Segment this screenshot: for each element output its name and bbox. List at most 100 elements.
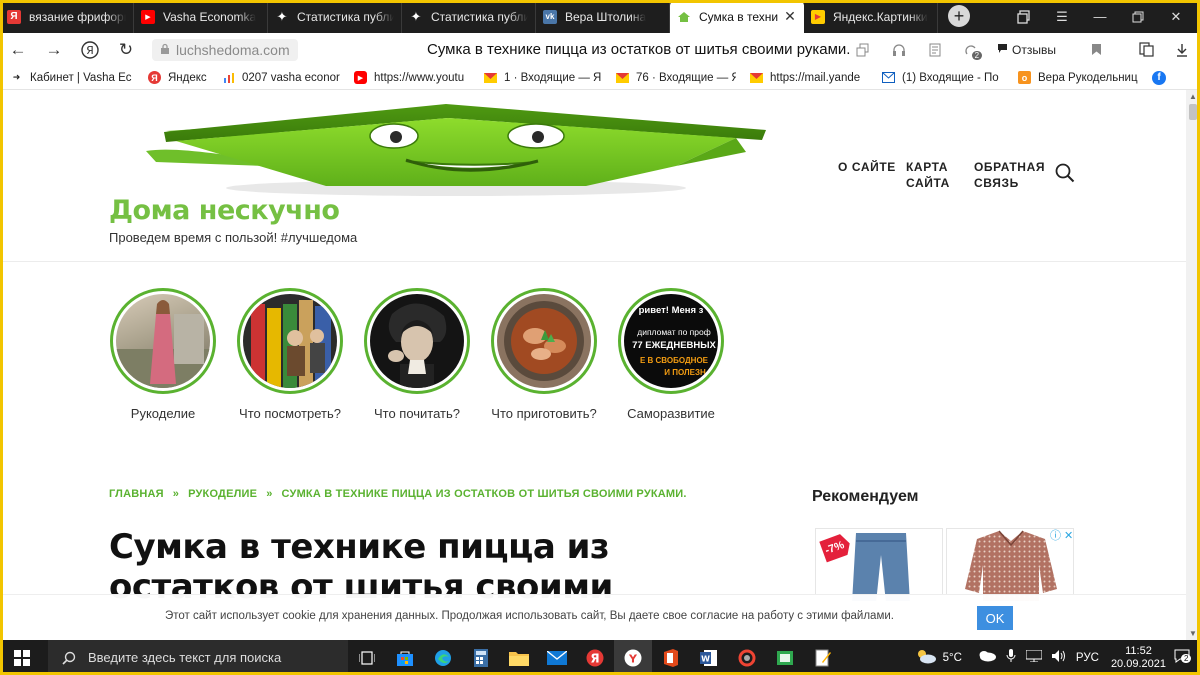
bookmark-item[interactable]: (1) Входящие - По [882, 71, 1004, 84]
bookmark-item[interactable]: о Вера Рукодельниц [1018, 71, 1138, 84]
scroll-thumb[interactable] [1189, 104, 1197, 120]
tab-statistika-1[interactable]: ✦ Статистика публи [268, 0, 402, 33]
menu-icon[interactable]: ☰ [1044, 0, 1080, 33]
page-scrollbar[interactable]: ▲ ▼ [1186, 90, 1200, 640]
category-rukodelie[interactable]: Рукоделие [98, 288, 228, 421]
bookmark-item[interactable]: 1 · Входящие — Я [484, 71, 602, 84]
tabs-menu-icon[interactable] [1006, 0, 1042, 33]
restore-icon[interactable] [1120, 0, 1156, 33]
minimize-icon[interactable]: — [1082, 0, 1118, 33]
yandex-app-icon[interactable]: Y [614, 640, 652, 675]
reload-icon[interactable]: ↻ [108, 33, 144, 66]
dzen-icon: ✦ [276, 8, 288, 24]
taskbar-search[interactable]: Введите здесь текст для поиска [48, 640, 348, 675]
new-tab-button[interactable]: + [948, 5, 970, 27]
nav-feedback[interactable]: ОБРАТНАЯ СВЯЗЬ [974, 159, 1050, 191]
volume-icon[interactable] [1051, 650, 1066, 665]
tab-label: Сумка в техни [699, 9, 779, 24]
bookmark-icon[interactable] [1078, 33, 1114, 66]
downloads-icon[interactable]: 2 [953, 33, 989, 66]
tab-statistika-2[interactable]: ✦ Статистика публи [402, 0, 536, 33]
tab-vasha-economka[interactable]: ▶ Vasha Economka [134, 0, 268, 33]
tab-label: Vasha Economka [163, 9, 257, 24]
notepad-icon[interactable] [804, 640, 842, 675]
bookmark-label: 1 · Входящие — Я [504, 71, 602, 84]
reader-mode-icon[interactable] [917, 33, 953, 66]
bookmark-item[interactable]: https://mail.yande [750, 71, 868, 84]
file-explorer-icon[interactable] [500, 640, 538, 675]
search-icon[interactable] [1055, 163, 1075, 183]
cookie-text: Этот сайт использует cookie для хранения… [165, 610, 894, 622]
breadcrumb-home[interactable]: ГЛАВНАЯ [109, 488, 164, 500]
tab-vera-shtolina[interactable]: vk Вера Штолина [536, 0, 670, 33]
notifications-icon[interactable]: 2 [1174, 649, 1192, 666]
bookmark-item[interactable]: ➜ Кабинет | Vasha Ec [10, 71, 134, 84]
category-chto-pochitat[interactable]: Что почитать? [352, 288, 482, 421]
clock[interactable]: 11:52 20.09.2021 [1111, 645, 1166, 671]
site-title[interactable]: Дома нескучно [109, 195, 340, 226]
network-icon[interactable] [1025, 649, 1043, 665]
onedrive-icon[interactable] [978, 650, 996, 665]
tab-label: Статистика публи [297, 9, 394, 24]
facebook-icon[interactable]: f [1152, 70, 1166, 85]
word-icon[interactable]: W [690, 640, 728, 675]
reviews-button[interactable]: Отзывы [989, 43, 1064, 57]
cookie-ok-button[interactable]: OK [977, 606, 1013, 630]
bookmark-item[interactable]: 76 · Входящие — Я [616, 71, 736, 84]
yandex-icon: Я [148, 71, 161, 84]
weather-icon[interactable] [915, 648, 937, 667]
tab-sumka-active[interactable]: Сумка в техни ✕ [670, 0, 804, 33]
download-arrow-icon[interactable] [1164, 33, 1200, 66]
close-tab-icon[interactable]: ✕ [784, 8, 796, 25]
headphones-icon[interactable] [881, 33, 917, 66]
category-chto-posmotret[interactable]: Что посмотреть? [225, 288, 355, 421]
ad-choices-icon[interactable]: ⓘ ✕ [1050, 527, 1073, 543]
mail-icon [750, 71, 763, 84]
nav-about[interactable]: О САЙТЕ [838, 159, 898, 175]
microphone-icon[interactable] [1006, 649, 1016, 666]
ad-card-jeans[interactable]: -7% [815, 528, 943, 602]
close-window-icon[interactable]: ✕ [1158, 0, 1194, 33]
category-chto-prigotovit[interactable]: Что приготовить? [479, 288, 609, 421]
weather-temp[interactable]: 5°C [943, 652, 962, 664]
yandex-browser-icon[interactable]: Я [576, 640, 614, 675]
language-indicator[interactable]: РУС [1076, 652, 1099, 664]
scroll-up-icon[interactable]: ▲ [1189, 92, 1197, 101]
forward-icon[interactable]: → [36, 33, 72, 66]
system-tray: 5°C РУС 11:52 20.09.2021 2 [915, 640, 1200, 675]
bookmark-label: 76 · Входящие — Я [636, 71, 736, 84]
tab-vyazanie[interactable]: Я вязание фриформ [0, 0, 134, 33]
ccleaner-icon[interactable] [728, 640, 766, 675]
collections-icon[interactable] [1128, 33, 1164, 66]
paint-icon[interactable] [766, 640, 804, 675]
category-image [237, 288, 343, 394]
url-field[interactable]: luchshedoma.com [152, 38, 298, 61]
bookmark-item[interactable]: 0207 vasha econor [222, 71, 340, 84]
calculator-icon[interactable] [462, 640, 500, 675]
image-text: ривет! Меня з [638, 305, 704, 316]
bookmark-item[interactable]: Я Яндекс [148, 71, 208, 84]
bookmark-item[interactable]: ▶ https://www.youtu [354, 71, 470, 84]
tab-yandex-kartinki[interactable]: ▶ Яндекс.Картинки [804, 0, 938, 33]
taskbar-search-icon [62, 651, 76, 665]
category-label: Рукоделие [130, 406, 196, 421]
windows-start-icon[interactable] [0, 640, 44, 675]
yandex-images-icon: ▶ [811, 9, 825, 24]
category-samorazvitie[interactable]: ривет! Меня з дипломат по проф 77 ЕЖЕДНЕ… [606, 288, 736, 421]
back-icon[interactable]: ← [0, 33, 36, 66]
microsoft-store-icon[interactable] [386, 640, 424, 675]
nav-sitemap[interactable]: КАРТА САЙТА [906, 159, 964, 191]
bookmark-label: https://www.youtu [374, 71, 465, 84]
office-icon[interactable] [652, 640, 690, 675]
site-logo[interactable] [136, 96, 776, 196]
mail-app-icon[interactable] [538, 640, 576, 675]
yandex-logo-icon[interactable]: Я [72, 33, 108, 66]
scroll-down-icon[interactable]: ▼ [1189, 629, 1197, 638]
edge-icon[interactable] [424, 640, 462, 675]
breadcrumb-rukodelie[interactable]: РУКОДЕЛИЕ [188, 488, 257, 500]
mail-icon [616, 71, 629, 84]
category-label: Что посмотреть? [239, 406, 341, 421]
copy-link-icon[interactable] [845, 33, 881, 66]
tab-label: Яндекс.Картинки [833, 9, 928, 24]
task-view-icon[interactable] [348, 640, 386, 675]
